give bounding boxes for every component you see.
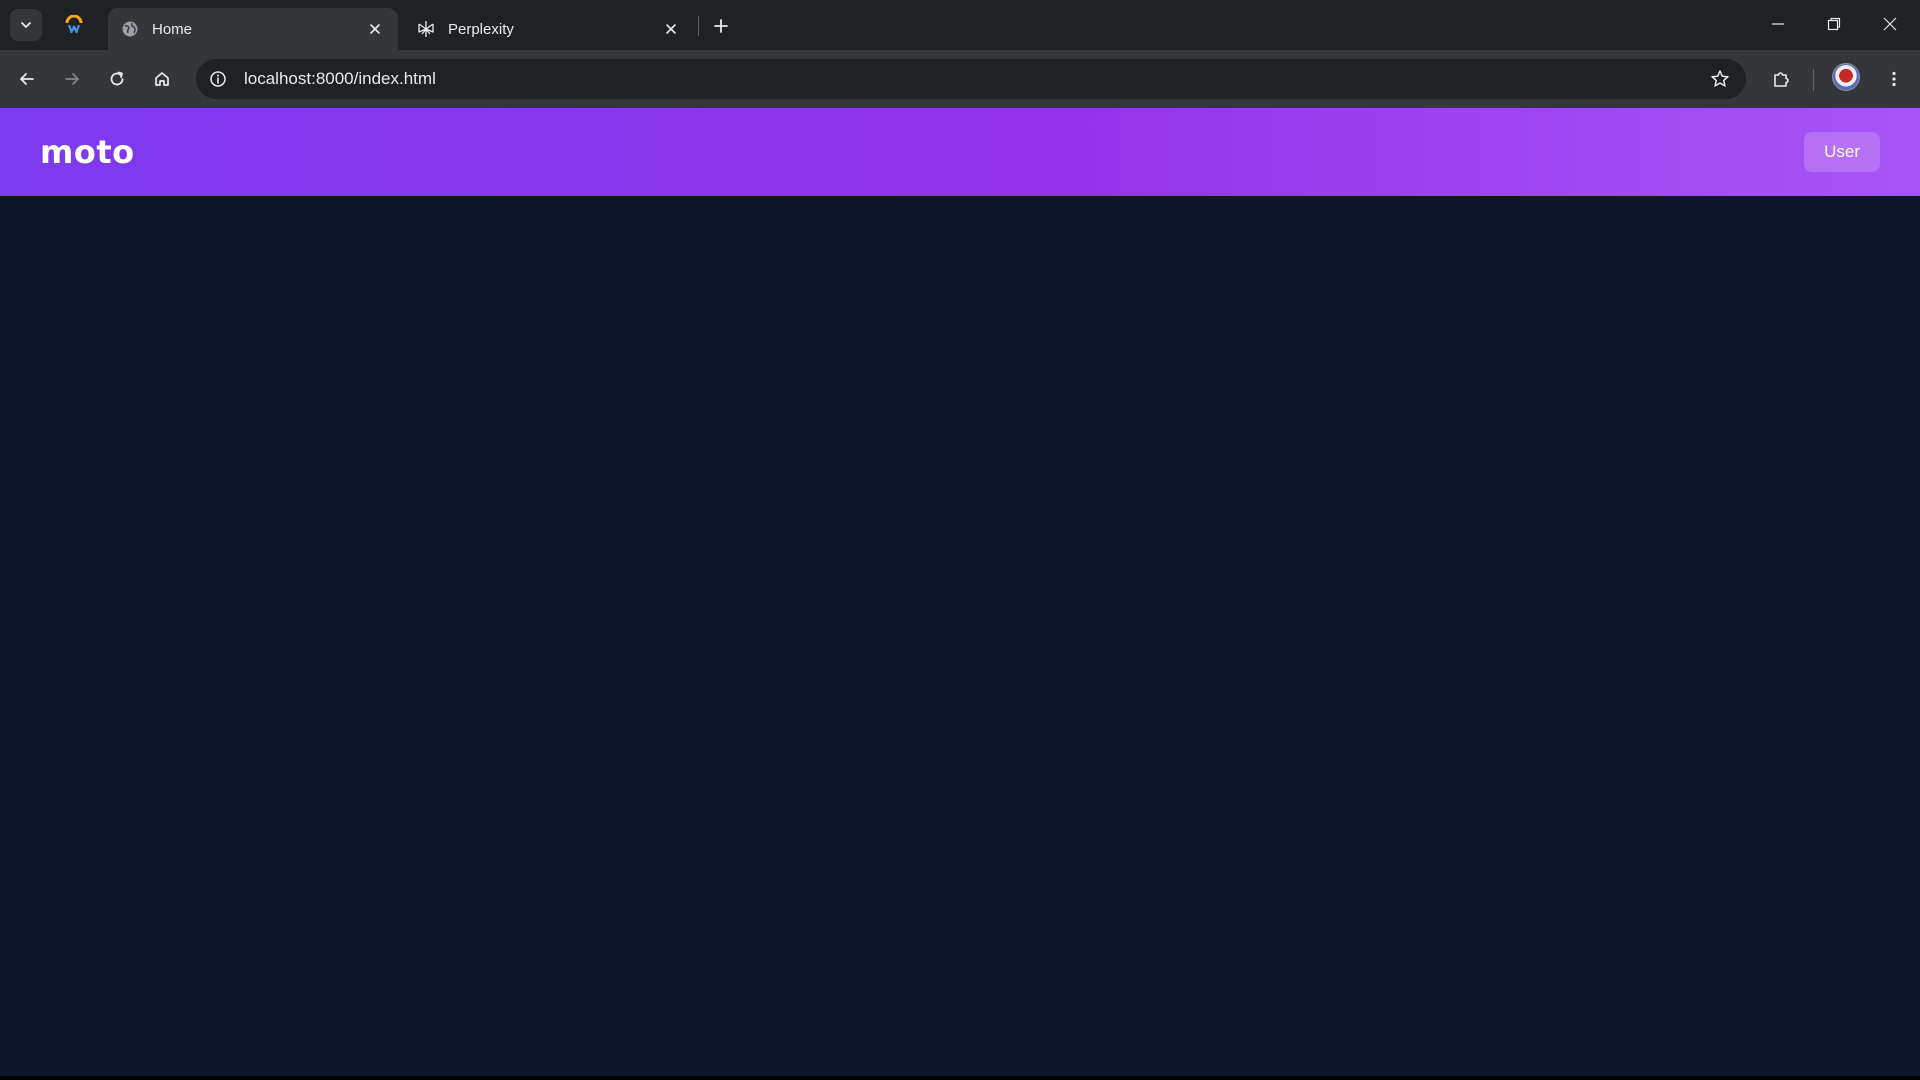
minimize-icon	[1772, 23, 1784, 25]
profile-avatar[interactable]	[1832, 63, 1860, 91]
extensions-button[interactable]	[1765, 63, 1797, 95]
forward-button[interactable]	[56, 63, 88, 95]
back-button[interactable]	[11, 63, 43, 95]
plus-icon	[714, 19, 728, 33]
new-tab-button[interactable]	[706, 11, 736, 41]
reload-button[interactable]	[101, 63, 133, 95]
pinned-app-icon	[65, 15, 83, 34]
close-window-button[interactable]	[1862, 0, 1918, 48]
tab-divider	[698, 16, 699, 36]
restore-button[interactable]	[1806, 0, 1862, 48]
window-bottom-edge	[0, 1076, 1920, 1080]
close-icon	[1883, 17, 1897, 31]
globe-icon	[120, 19, 140, 39]
tab-search-button[interactable]	[10, 9, 42, 41]
reload-icon	[110, 71, 124, 86]
app-header: moto User	[0, 108, 1920, 196]
restore-icon	[1827, 17, 1841, 31]
chevron-down-icon	[21, 22, 31, 29]
web-page: moto User	[0, 108, 1920, 1076]
home-button[interactable]	[146, 63, 178, 95]
tab-strip: Home Perplexity	[0, 0, 1920, 50]
tab-title: Perplexity	[448, 20, 514, 38]
close-tab-button[interactable]	[364, 18, 386, 40]
tab-perplexity[interactable]: Perplexity	[404, 8, 694, 50]
tab-home[interactable]: Home	[108, 8, 398, 50]
address-bar[interactable]	[196, 59, 1746, 99]
brand-logo[interactable]: moto	[40, 133, 135, 171]
user-button[interactable]: User	[1804, 132, 1880, 172]
more-vertical-icon	[1892, 71, 1896, 87]
browser-toolbar	[0, 50, 1920, 108]
url-input[interactable]	[244, 69, 1704, 89]
arrow-left-icon	[20, 73, 34, 85]
home-icon	[155, 72, 169, 86]
minimize-button[interactable]	[1750, 0, 1806, 48]
bookmark-star-button[interactable]	[1704, 63, 1736, 95]
close-icon	[370, 24, 380, 34]
perplexity-icon	[416, 19, 436, 39]
browser-window: Home Perplexity localhost:8000/index.htm…	[0, 0, 1920, 1080]
close-icon	[666, 24, 676, 34]
site-info-icon[interactable]	[202, 63, 234, 95]
toolbar-divider	[1813, 69, 1814, 91]
puzzle-icon	[1774, 72, 1789, 87]
tab-title: Home	[152, 20, 193, 38]
arrow-right-icon	[65, 73, 79, 85]
pinned-tab[interactable]	[58, 9, 90, 41]
close-tab-button[interactable]	[660, 18, 682, 40]
star-icon	[1711, 70, 1729, 87]
browser-menu-button[interactable]	[1878, 63, 1910, 95]
